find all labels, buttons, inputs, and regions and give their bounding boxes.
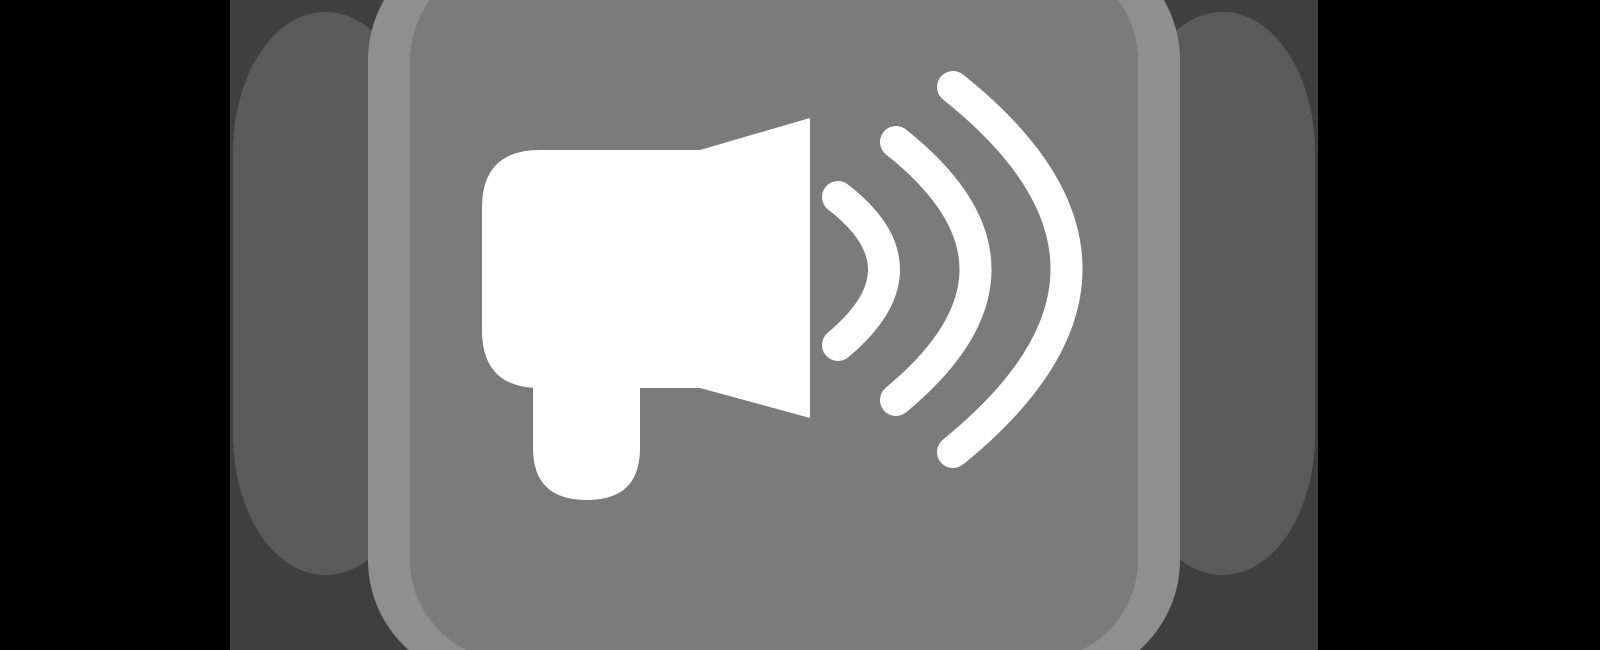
megaphone-handle xyxy=(533,370,640,500)
app-icon-canvas xyxy=(0,0,1600,650)
megaphone-app-icon xyxy=(230,0,1318,650)
megaphone-body xyxy=(482,118,810,418)
